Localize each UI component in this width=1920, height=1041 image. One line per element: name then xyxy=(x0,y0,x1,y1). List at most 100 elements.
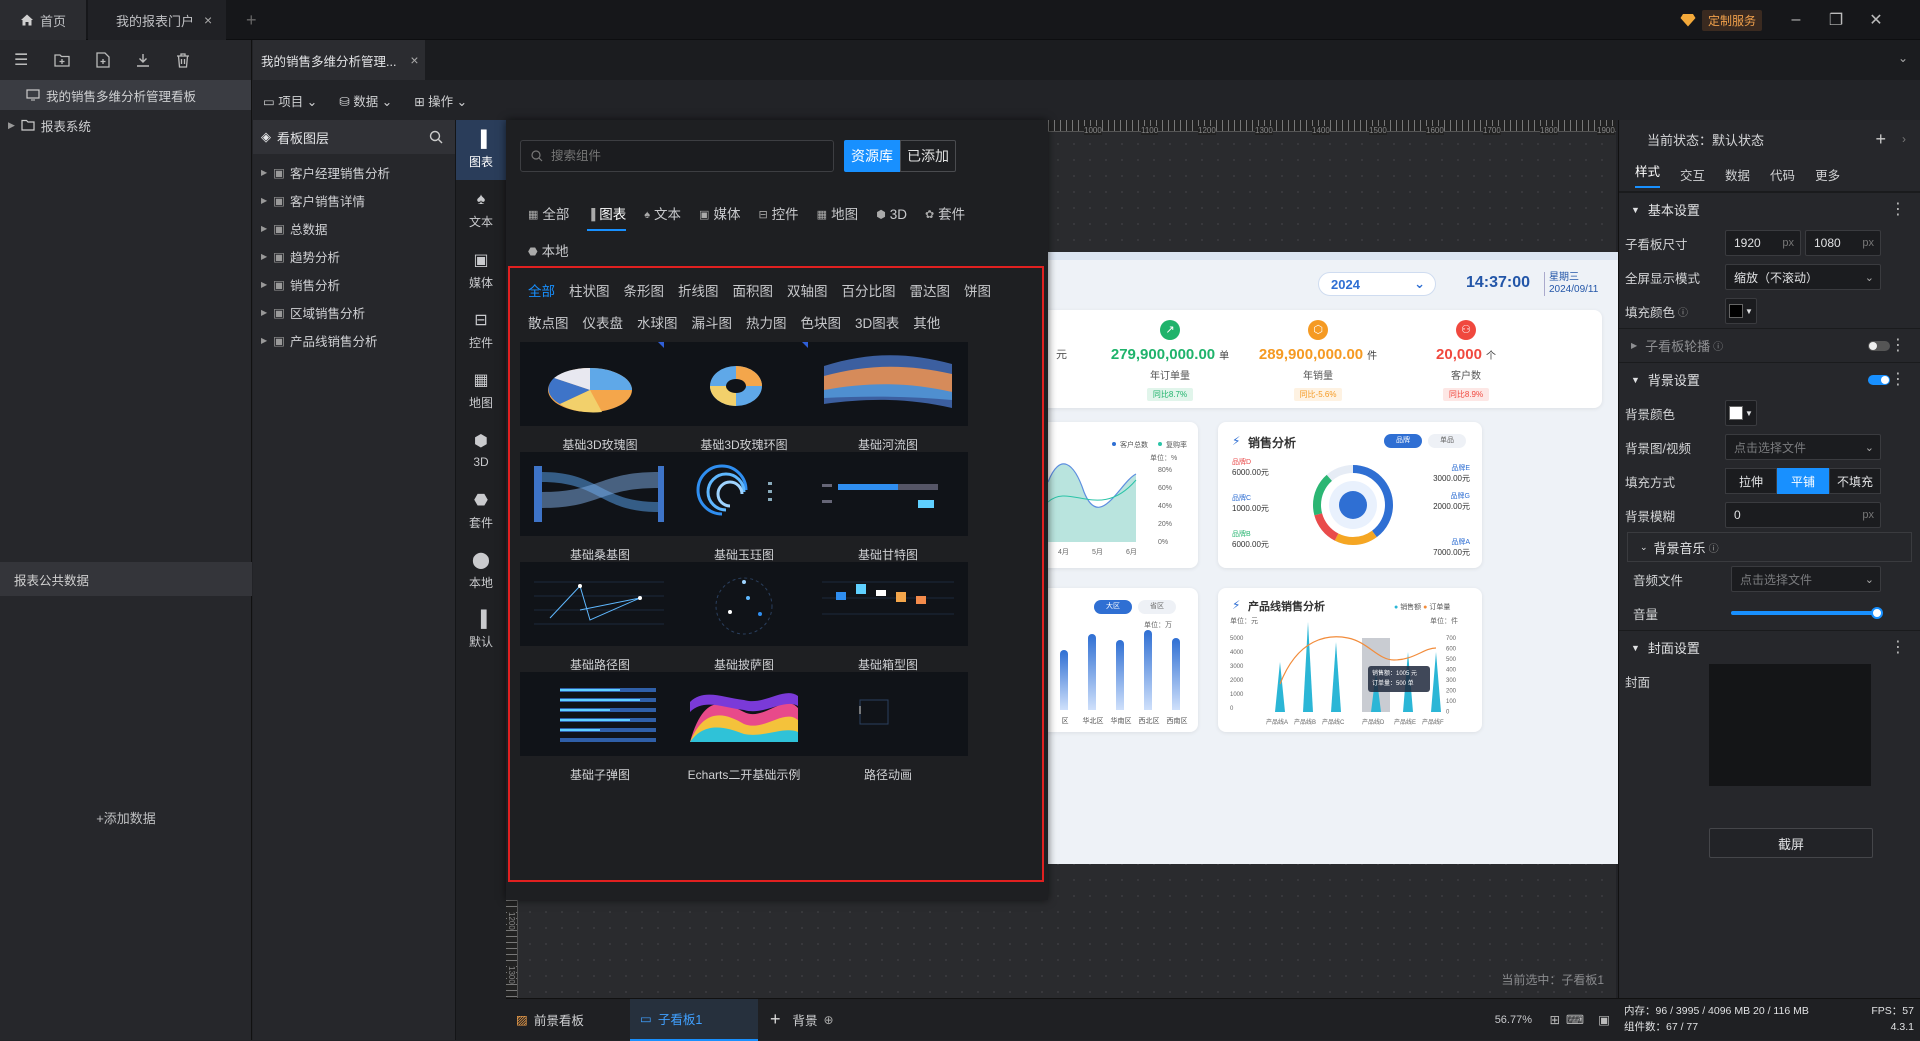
component-card[interactable]: 基础路径图 xyxy=(520,562,680,676)
custom-service-button[interactable]: 定制服务 xyxy=(1680,0,1763,40)
chart-subtype-tab[interactable]: 其他 xyxy=(913,308,940,340)
fill-color-picker[interactable]: ▼ xyxy=(1725,298,1757,324)
layer-item[interactable]: ▶ ▣ 客户经理销售分析 xyxy=(253,158,455,186)
window-close-icon[interactable]: ✕ xyxy=(1856,10,1896,30)
component-type-tab[interactable]: ▦ 地图 xyxy=(817,197,858,233)
chart-subtype-tab[interactable]: 仪表盘 xyxy=(583,308,624,340)
component-type-tab[interactable]: ♠ 文本 xyxy=(644,197,681,233)
component-card[interactable]: Echarts二开基础示例 xyxy=(664,672,824,786)
fill-mode-option[interactable]: 拉伸 xyxy=(1725,468,1777,494)
add-board-icon[interactable]: + xyxy=(770,1009,781,1030)
year-select[interactable]: 2024 ⌄ xyxy=(1318,272,1436,296)
tab-portal[interactable]: 我的报表门户 × xyxy=(88,0,226,40)
category-item[interactable]: ▐ 默认 xyxy=(456,600,506,660)
chart-subtype-tab[interactable]: 热力图 xyxy=(746,308,787,340)
component-card[interactable]: 路径动画 xyxy=(808,672,968,786)
category-item[interactable]: ♠ 文本 xyxy=(456,180,506,240)
chart-subtype-tab[interactable]: 3D图表 xyxy=(855,308,899,340)
more-icon[interactable]: ⋮ xyxy=(1890,639,1906,656)
chart-subtype-tab[interactable]: 色块图 xyxy=(801,308,842,340)
chart-subtype-tab[interactable]: 散点图 xyxy=(528,308,569,340)
component-type-tab[interactable]: ▐ 图表 xyxy=(587,201,627,231)
category-item[interactable]: ▦ 地图 xyxy=(456,360,506,420)
component-card[interactable]: 基基础3D玫瑰环图 xyxy=(664,342,824,456)
sales-tab-item[interactable]: 单品 xyxy=(1428,434,1466,448)
menu-icon[interactable]: ☰ xyxy=(14,50,28,70)
sales-tab-brand[interactable]: 品牌 xyxy=(1384,434,1422,448)
chart-subtype-tab[interactable]: 雷达图 xyxy=(910,276,951,308)
chart-subtype-tab[interactable]: 双轴图 xyxy=(787,276,828,308)
front-board-tab[interactable]: ▨ 前景看板 xyxy=(506,999,630,1041)
bg-color-picker[interactable]: ▼ xyxy=(1725,400,1757,426)
bg-media-select[interactable]: 点击选择文件 ⌄ xyxy=(1725,434,1881,460)
component-card[interactable]: 基础桑基图 xyxy=(520,452,680,566)
carousel-toggle[interactable] xyxy=(1868,341,1890,351)
close-icon[interactable]: × xyxy=(204,12,212,28)
menu-data[interactable]: ⛁ 数据 ⌄ xyxy=(339,91,392,110)
component-type-tab[interactable]: ⬢ 3D xyxy=(876,197,907,233)
component-card[interactable]: 基础河流图 xyxy=(808,342,968,456)
component-search-input[interactable] xyxy=(551,149,831,163)
project-tab[interactable]: 我的销售多维分析管理... × xyxy=(253,40,425,80)
component-type-tab[interactable]: ⊟ 控件 xyxy=(758,197,798,233)
menu-project[interactable]: ▭ 项目 ⌄ xyxy=(263,91,317,110)
more-icon[interactable]: ⋮ xyxy=(1890,337,1906,354)
chevron-down-icon[interactable]: ⌄ xyxy=(1898,51,1908,65)
chart-subtype-tab[interactable]: 柱状图 xyxy=(569,276,610,308)
terminal-icon[interactable]: ▣ xyxy=(1598,1012,1610,1027)
bg-toggle[interactable] xyxy=(1868,375,1890,385)
layer-item[interactable]: ▶ ▣ 区域销售分析 xyxy=(253,298,455,326)
component-type-tab[interactable]: ▣ 媒体 xyxy=(699,197,740,233)
trash-icon[interactable] xyxy=(176,52,190,68)
component-card[interactable]: 基础箱型图 xyxy=(808,562,968,676)
component-card[interactable]: 基础甘特图 xyxy=(808,452,968,566)
bg-settings-header[interactable]: ▼ 背景设置 ⋮ xyxy=(1619,362,1920,396)
region-tab-province[interactable]: 省区 xyxy=(1138,600,1176,614)
new-file-icon[interactable] xyxy=(96,52,110,68)
download-icon[interactable] xyxy=(136,53,150,67)
bg-music-header[interactable]: ⌄ 背景音乐 ⓘ xyxy=(1627,532,1912,562)
maximize-icon[interactable]: ❐ xyxy=(1816,10,1856,30)
layer-item[interactable]: ▶ ▣ 销售分析 xyxy=(253,270,455,298)
layer-item[interactable]: ▶ ▣ 客户销售详情 xyxy=(253,186,455,214)
height-input[interactable]: 1080 px xyxy=(1805,230,1881,256)
new-tab-icon[interactable]: + xyxy=(246,0,257,40)
chart-subtype-tab[interactable]: 水球图 xyxy=(637,308,678,340)
chart-subtype-tab[interactable]: 漏斗图 xyxy=(692,308,733,340)
keyboard-icon[interactable]: ⌨ xyxy=(1566,1012,1584,1027)
chart-subtype-tab[interactable]: 面积图 xyxy=(733,276,774,308)
property-tab[interactable]: 样式 xyxy=(1635,161,1661,188)
component-card[interactable]: 基基础3D玫瑰图 xyxy=(520,342,680,456)
chart-subtype-tab[interactable]: 条形图 xyxy=(624,276,665,308)
category-item[interactable]: ▐ 图表 xyxy=(456,120,506,180)
screenshot-button[interactable]: 截屏 xyxy=(1709,828,1873,858)
add-background-icon[interactable]: ⊕ xyxy=(824,1013,834,1027)
chart-subtype-tab[interactable]: 百分比图 xyxy=(842,276,896,308)
volume-knob[interactable] xyxy=(1871,607,1883,619)
region-tab-big[interactable]: 大区 xyxy=(1094,600,1132,614)
project-tab-close-icon[interactable]: × xyxy=(410,52,418,68)
component-type-tab[interactable]: ▦ 全部 xyxy=(528,197,569,233)
property-tab[interactable]: 交互 xyxy=(1680,165,1705,184)
fill-mode-option[interactable]: 不填充 xyxy=(1829,468,1881,494)
component-type-tab[interactable]: ⬣ 本地 xyxy=(528,234,569,270)
zoom-level[interactable]: 56.77% xyxy=(1495,1014,1532,1026)
new-folder-icon[interactable] xyxy=(54,53,70,67)
category-item[interactable]: ⊟ 控件 xyxy=(456,300,506,360)
added-button[interactable]: 已添加 xyxy=(900,140,956,172)
search-icon[interactable] xyxy=(429,130,443,144)
background-tab[interactable]: 背景 xyxy=(793,1010,818,1029)
sub-board-tab[interactable]: ▭ 子看板1 xyxy=(630,998,758,1041)
volume-slider[interactable] xyxy=(1731,607,1883,619)
bg-blur-input[interactable]: 0 px xyxy=(1725,502,1881,528)
fit-screen-icon[interactable]: ⊞ xyxy=(1550,1012,1560,1027)
resource-library-button[interactable]: 资源库 xyxy=(844,140,900,172)
component-card[interactable]: 基础子弹图 xyxy=(520,672,680,786)
layer-item[interactable]: ▶ ▣ 总数据 xyxy=(253,214,455,242)
more-icon[interactable]: ⋮ xyxy=(1890,201,1906,218)
chevron-right-icon[interactable]: › xyxy=(1902,132,1906,146)
menu-operate[interactable]: ⊞ 操作 ⌄ xyxy=(414,91,467,110)
layer-item[interactable]: ▶ ▣ 趋势分析 xyxy=(253,242,455,270)
cover-settings-header[interactable]: ▼ 封面设置 ⋮ xyxy=(1619,630,1920,664)
property-tab[interactable]: 更多 xyxy=(1815,165,1840,184)
